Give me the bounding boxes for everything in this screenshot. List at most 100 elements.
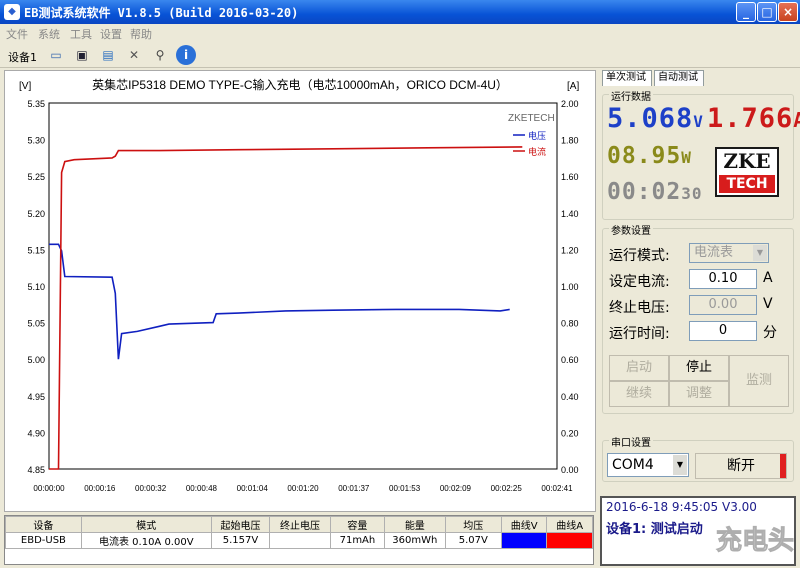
y-right-tick-label: 0.60 bbox=[561, 355, 579, 365]
param-row-cutoff: 终止电压: 0.00 V bbox=[609, 295, 793, 317]
device-selector[interactable]: 设备1 bbox=[8, 49, 37, 65]
cutoff-voltage-unit: V bbox=[763, 296, 773, 312]
col-energy: 能量 bbox=[384, 516, 446, 533]
title-bar: ◆ EB测试系统软件 V1.8.5 (Build 2016-03-20) _ □… bbox=[0, 0, 800, 24]
mode-select[interactable]: 电流表 ▼ bbox=[689, 243, 769, 263]
cutoff-voltage-input[interactable]: 0.00 bbox=[689, 295, 757, 315]
zke-logo-top: ZKE bbox=[723, 149, 771, 173]
save-icon[interactable]: ▣ bbox=[72, 45, 92, 65]
disconnect-button[interactable]: 断开 bbox=[695, 453, 787, 479]
app-icon[interactable]: ◆ bbox=[4, 4, 20, 20]
y-left-tick-label: 5.10 bbox=[27, 282, 45, 292]
set-current-unit: A bbox=[763, 270, 773, 286]
tools-icon[interactable]: ✕ bbox=[124, 45, 144, 65]
chart-panel: 5.35 2.00 5.30 1.80 5.25 1.60 5.20 1.40 5.15 1.20… bbox=[4, 70, 596, 512]
y-right-tick-label: 1.20 bbox=[561, 245, 579, 255]
y-left-tick-label: 5.05 bbox=[27, 319, 45, 329]
y-right-unit: [A] bbox=[567, 81, 579, 92]
y-left-unit: [V] bbox=[19, 81, 31, 92]
adjust-button[interactable]: 调整 bbox=[669, 381, 729, 407]
status-datetime: 2016-6-18 9:45:05 V3.00 bbox=[606, 500, 757, 514]
close-button[interactable]: × bbox=[778, 2, 798, 22]
menu-file[interactable]: 文件 bbox=[6, 26, 28, 42]
y-left-tick-label: 5.15 bbox=[27, 245, 45, 255]
col-curve-v: 曲线V bbox=[500, 516, 548, 533]
voltage-value: 5.068 bbox=[607, 103, 694, 134]
open-folder-icon[interactable]: ▭ bbox=[46, 45, 66, 65]
stop-button[interactable]: 停止 bbox=[669, 355, 729, 381]
x-tick-label: 00:01:20 bbox=[287, 484, 319, 493]
cell-avg-voltage: 5.07V bbox=[444, 532, 502, 549]
col-mode: 模式 bbox=[80, 516, 212, 533]
time-sec-value: 30 bbox=[681, 184, 703, 203]
y-right-tick-label: 1.60 bbox=[561, 172, 579, 182]
current-value: 1.766 bbox=[707, 103, 794, 134]
col-start-voltage: 起始电压 bbox=[210, 516, 271, 533]
set-current-label: 设定电流: bbox=[609, 274, 670, 290]
menu-system[interactable]: 系统 bbox=[38, 26, 60, 42]
cell-curve-a-color[interactable] bbox=[546, 532, 593, 549]
serial-title: 串口设置 bbox=[609, 434, 653, 449]
legend-label: 电压 bbox=[528, 130, 546, 141]
params-group: 参数设置 运行模式: 电流表 ▼ 设定电流: 0.10 A 终止电压: 0.00… bbox=[602, 222, 794, 414]
site-watermark: 充电头 www.chongdiantou.com bbox=[668, 520, 800, 568]
param-row-runtime: 运行时间: 0 分 bbox=[609, 321, 793, 343]
runtime-label: 运行时间: bbox=[609, 326, 670, 342]
x-tick-label: 00:01:37 bbox=[338, 484, 370, 493]
runtime-unit: 分 bbox=[763, 325, 777, 341]
menu-settings[interactable]: 设置 bbox=[100, 26, 122, 42]
chart-watermark: ZKETECH bbox=[508, 113, 555, 124]
time-display: 00:0230 bbox=[607, 179, 703, 205]
table-header-row: 设备 模式 起始电压 终止电压 容量 能量 均压 曲线V 曲线A bbox=[5, 516, 593, 533]
cutoff-voltage-label: 终止电压: bbox=[609, 300, 670, 316]
cell-mode: 电流表 0.10A 0.00V bbox=[80, 532, 212, 549]
col-device: 设备 bbox=[5, 516, 82, 533]
menu-tools[interactable]: 工具 bbox=[70, 26, 92, 42]
minimize-button[interactable]: _ bbox=[736, 2, 756, 22]
zke-logo-bottom: TECH bbox=[719, 175, 775, 193]
watermark-logo: 充电头 bbox=[715, 526, 794, 557]
x-tick-label: 00:01:04 bbox=[237, 484, 269, 493]
y-right-tick-label: 0.80 bbox=[561, 319, 579, 329]
chart-svg: 5.35 2.00 5.30 1.80 5.25 1.60 5.20 1.40 5.15 1.20… bbox=[19, 77, 579, 493]
image-icon[interactable]: ▤ bbox=[98, 45, 118, 65]
menu-help[interactable]: 帮助 bbox=[130, 26, 152, 42]
cell-device: EBD-USB bbox=[5, 532, 82, 549]
tab-auto-test[interactable]: 自动测试 bbox=[654, 70, 704, 86]
cell-start-voltage: 5.157V bbox=[210, 532, 271, 549]
voltage-unit: V bbox=[693, 112, 704, 131]
com-port-select[interactable]: COM4 ▼ bbox=[607, 453, 689, 477]
y-right-tick-label: 1.80 bbox=[561, 136, 579, 146]
param-row-mode: 运行模式: 电流表 ▼ bbox=[609, 243, 793, 265]
param-row-current: 设定电流: 0.10 A bbox=[609, 269, 793, 291]
chevron-down-icon[interactable]: ▼ bbox=[673, 455, 687, 475]
cell-curve-v-color[interactable] bbox=[500, 532, 548, 549]
zke-logo: ZKE TECH bbox=[715, 147, 779, 197]
runtime-input[interactable]: 0 bbox=[689, 321, 757, 341]
power-display: 08.95W bbox=[607, 143, 692, 169]
power-value: 08.95 bbox=[607, 143, 682, 169]
x-tick-label: 00:02:41 bbox=[541, 484, 573, 493]
continue-button[interactable]: 继续 bbox=[609, 381, 669, 407]
y-right-tick-label: 1.00 bbox=[561, 282, 579, 292]
x-tick-label: 00:02:25 bbox=[491, 484, 523, 493]
col-end-voltage: 终止电压 bbox=[269, 516, 331, 533]
toolbar: 设备1 ▭ ▣ ▤ ✕ ⚲ i bbox=[0, 42, 800, 68]
menu-bar: 文件 系统 工具 设置 帮助 bbox=[0, 24, 800, 42]
start-button[interactable]: 启动 bbox=[609, 355, 669, 381]
col-curve-a: 曲线A bbox=[546, 516, 593, 533]
table-row[interactable]: EBD-USB 电流表 0.10A 0.00V 5.157V 71mAh 360… bbox=[5, 532, 593, 549]
tab-single-test[interactable]: 单次测试 bbox=[602, 70, 652, 86]
chevron-down-icon[interactable]: ▼ bbox=[753, 245, 767, 261]
monitor-button[interactable]: 监测 bbox=[729, 355, 789, 407]
x-tick-label: 00:00:32 bbox=[135, 484, 167, 493]
x-tick-label: 00:00:00 bbox=[33, 484, 65, 493]
power-unit: W bbox=[681, 148, 692, 167]
info-icon[interactable]: i bbox=[176, 45, 196, 65]
set-current-input[interactable]: 0.10 bbox=[689, 269, 757, 289]
mode-label: 运行模式: bbox=[609, 248, 670, 264]
search-icon[interactable]: ⚲ bbox=[150, 45, 170, 65]
maximize-button[interactable]: □ bbox=[757, 2, 777, 22]
results-table: 设备 模式 起始电压 终止电压 容量 能量 均压 曲线V 曲线A EBD-USB… bbox=[4, 515, 594, 565]
current-unit: A bbox=[793, 108, 800, 132]
